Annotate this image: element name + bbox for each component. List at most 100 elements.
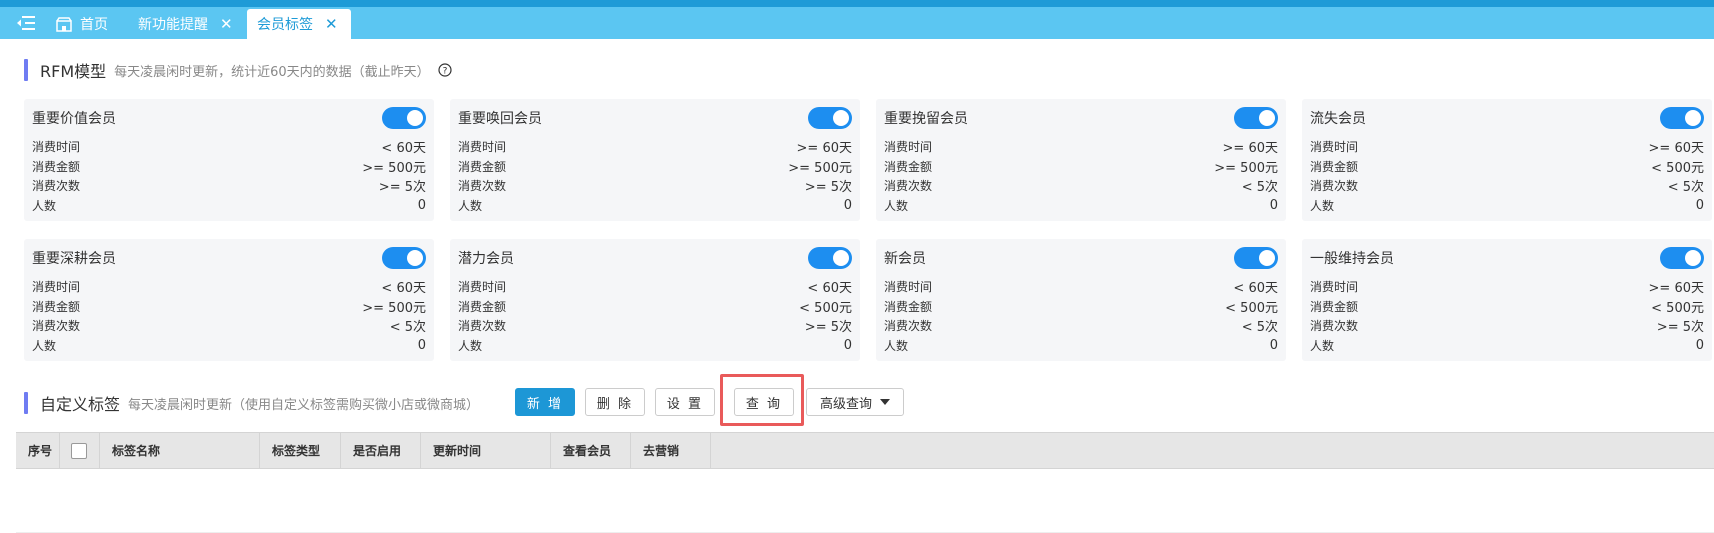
- row-value: < 5次: [1667, 180, 1704, 196]
- home-icon: [56, 16, 72, 32]
- rfm-section-header: RFM模型 每天凌晨闲时更新，统计近60天内的数据（截止昨天） ?: [24, 58, 452, 82]
- enable-toggle[interactable]: [1660, 107, 1704, 129]
- row-label: 消费次数: [458, 319, 507, 334]
- tab-member-tags-label: 会员标签: [257, 17, 313, 33]
- row-label: 消费时间: [884, 280, 933, 295]
- row-value: < 60天: [381, 281, 426, 297]
- card-title: 新会员: [884, 251, 926, 267]
- row-label: 人数: [458, 338, 483, 353]
- caret-down-icon: [880, 399, 890, 405]
- row-label: 消费金额: [458, 159, 507, 174]
- custom-tags-header: 自定义标签 每天凌晨闲时更新（使用自定义标签需购买微小店或微商城）: [24, 391, 479, 415]
- enable-toggle[interactable]: [1234, 247, 1278, 269]
- row-label: 消费金额: [884, 299, 933, 314]
- rfm-card: 流失会员 消费时间 >= 60天 消费金额 < 500元 消费次数 < 5次 人数 0: [1302, 99, 1712, 221]
- rfm-card: 重要挽留会员 消费时间 >= 60天 消费金额 >= 500元 消费次数 < 5次 人…: [876, 99, 1286, 221]
- enable-toggle[interactable]: [1660, 247, 1704, 269]
- column-header[interactable]: 去营销: [631, 433, 711, 468]
- row-value: >= 5次: [804, 320, 852, 336]
- select-all-checkbox[interactable]: [71, 442, 87, 459]
- menu-toggle-icon[interactable]: [16, 15, 36, 31]
- close-icon[interactable]: ✕: [325, 16, 338, 32]
- row-value: 0: [1269, 197, 1278, 213]
- custom-tags-description: 每天凌晨闲时更新（使用自定义标签需购买微小店或微商城）: [128, 397, 480, 413]
- row-value: < 500元: [1651, 160, 1704, 176]
- row-value: >= 5次: [1656, 320, 1704, 336]
- rfm-card: 重要唤回会员 消费时间 >= 60天 消费金额 >= 500元 消费次数 >= 5次 …: [450, 99, 860, 221]
- table-header: 序号 标签名称 标签类型 是否启用 更新时间 查看会员 去营销: [16, 432, 1714, 469]
- column-header[interactable]: 是否启用: [341, 433, 421, 468]
- tab-new-features-label: 新功能提醒: [138, 17, 208, 33]
- row-value: < 5次: [389, 320, 426, 336]
- row-value: 0: [417, 337, 426, 353]
- row-value: >= 60天: [1648, 141, 1704, 157]
- row-value: < 500元: [1225, 300, 1278, 316]
- row-label: 消费金额: [458, 299, 507, 314]
- row-value: < 500元: [1651, 300, 1704, 316]
- enable-toggle[interactable]: [382, 247, 426, 269]
- row-label: 人数: [884, 338, 909, 353]
- row-label: 消费次数: [32, 319, 81, 334]
- column-header[interactable]: 更新时间: [421, 433, 551, 468]
- column-header[interactable]: 标签类型: [260, 433, 341, 468]
- row-value: 0: [1269, 337, 1278, 353]
- row-label: 消费次数: [884, 319, 933, 334]
- card-title: 重要唤回会员: [458, 111, 542, 127]
- enable-toggle[interactable]: [1234, 107, 1278, 129]
- card-title: 重要挽留会员: [884, 111, 968, 127]
- section-accent-bar: [24, 392, 28, 414]
- row-value: >= 500元: [362, 160, 426, 176]
- rfm-title: RFM模型: [40, 62, 107, 81]
- delete-button[interactable]: 删 除: [585, 388, 645, 416]
- row-label: 消费时间: [458, 140, 507, 155]
- row-label: 消费时间: [1310, 280, 1359, 295]
- enable-toggle[interactable]: [382, 107, 426, 129]
- row-label: 消费次数: [32, 179, 81, 194]
- row-label: 消费时间: [1310, 140, 1359, 155]
- row-label: 人数: [458, 198, 483, 213]
- card-title: 流失会员: [1310, 111, 1366, 127]
- table-body: [16, 469, 1714, 533]
- row-value: >= 60天: [796, 141, 852, 157]
- enable-toggle[interactable]: [808, 247, 852, 269]
- row-value: < 500元: [799, 300, 852, 316]
- row-label: 人数: [884, 198, 909, 213]
- row-value: >= 500元: [788, 160, 852, 176]
- tab-bar: 首页 新功能提醒 ✕ 会员标签 ✕: [0, 7, 1714, 39]
- close-icon[interactable]: ✕: [220, 16, 233, 32]
- enable-toggle[interactable]: [808, 107, 852, 129]
- add-button[interactable]: 新 增: [515, 388, 575, 416]
- row-label: 消费次数: [884, 179, 933, 194]
- row-value: < 5次: [1241, 320, 1278, 336]
- row-label: 人数: [1310, 198, 1335, 213]
- row-label: 消费时间: [458, 280, 507, 295]
- query-button[interactable]: 查 询: [734, 388, 794, 416]
- top-accent-line: [0, 0, 1714, 7]
- tab-member-tags[interactable]: 会员标签 ✕: [247, 9, 351, 39]
- card-title: 一般维持会员: [1310, 251, 1394, 267]
- advanced-query-button[interactable]: 高级查询: [806, 388, 904, 416]
- row-value: >= 60天: [1222, 141, 1278, 157]
- tab-home[interactable]: 首页: [46, 9, 118, 39]
- section-accent-bar: [24, 59, 28, 81]
- row-value: 0: [843, 337, 852, 353]
- row-value: >= 60天: [1648, 281, 1704, 297]
- select-all-cell: [60, 433, 100, 468]
- card-title: 潜力会员: [458, 251, 514, 267]
- column-header[interactable]: 标签名称: [100, 433, 260, 468]
- row-value: 0: [1695, 337, 1704, 353]
- tab-new-features[interactable]: 新功能提醒 ✕: [128, 9, 243, 39]
- row-value: >= 500元: [1214, 160, 1278, 176]
- rfm-description: 每天凌晨闲时更新，统计近60天内的数据（截止昨天）: [114, 64, 430, 80]
- settings-button[interactable]: 设 置: [655, 388, 715, 416]
- help-circle-icon[interactable]: ?: [438, 63, 452, 77]
- row-label: 消费金额: [32, 299, 81, 314]
- row-label: 消费金额: [1310, 299, 1359, 314]
- row-label: 人数: [32, 198, 57, 213]
- row-value: < 60天: [1233, 281, 1278, 297]
- column-header[interactable]: 查看会员: [551, 433, 631, 468]
- row-value: >= 5次: [804, 180, 852, 196]
- row-value: < 60天: [381, 141, 426, 157]
- row-label: 消费次数: [458, 179, 507, 194]
- rfm-card: 潜力会员 消费时间 < 60天 消费金额 < 500元 消费次数 >= 5次 人数 0: [450, 239, 860, 361]
